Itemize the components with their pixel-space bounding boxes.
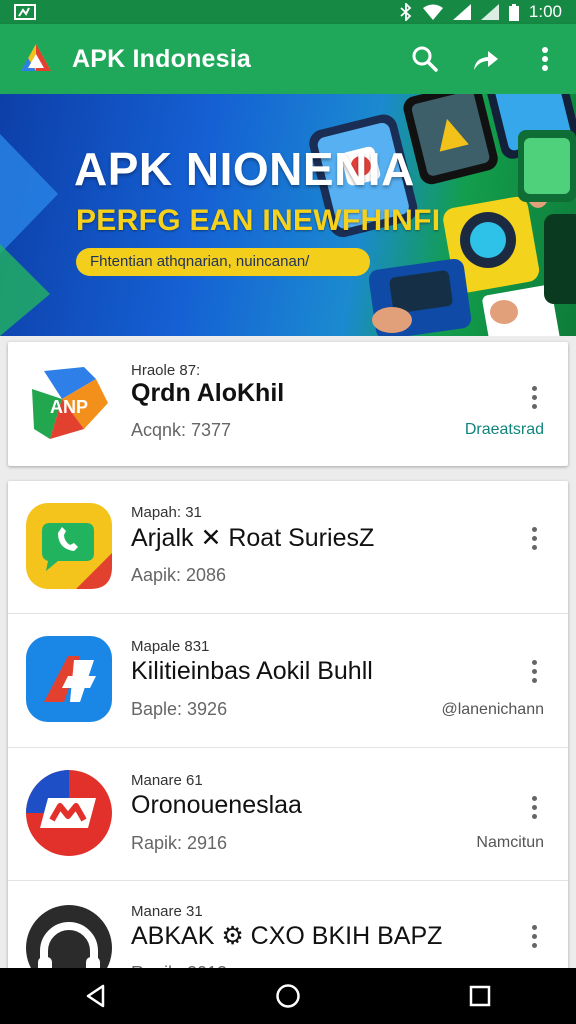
featured-app-title: Qrdn AloKhil [131,379,285,407]
app-more-button[interactable] [528,660,540,686]
dot-icon [531,814,537,819]
more-vert-icon [542,47,548,71]
home-icon [276,984,300,1008]
recents-button[interactable] [450,971,510,1021]
wifi-icon [422,4,443,20]
app-more-button[interactable] [528,925,540,951]
more-options-button[interactable] [528,42,562,76]
featured-app-card[interactable]: ANP Hraole 87: Qrdn AloKhil Acqnk: 7377 … [8,342,568,466]
dot-icon [531,404,537,409]
dot-icon [531,545,537,550]
blue-a-icon [26,636,112,722]
app-meta: Namcitun [476,834,544,851]
home-button[interactable] [258,971,318,1021]
app-list-item[interactable]: Manare 61 Oronoueneslaa Rapik: 2916 Namc… [8,748,568,880]
app-logo-icon [21,44,51,71]
banner-pill[interactable]: Fhtentian athqnarian, nuincanan/ [76,248,370,276]
dot-icon [531,934,537,939]
app-title: Kilitieinbas Aokil Buhll [131,657,373,685]
banner-headline: APK NIONENIA [74,143,415,195]
red-m-icon [26,770,112,856]
featured-app-more-button[interactable] [528,386,540,412]
featured-app-item[interactable]: ANP Hraole 87: Qrdn AloKhil Acqnk: 7377 … [8,342,568,466]
dot-icon [531,527,537,532]
featured-app-meta: Draeatsrad [464,421,544,438]
app-label: Mapah: 31 [131,504,202,521]
app-bar: APK Indonesia [0,24,576,94]
app-title: Oronoueneslaa [131,791,302,819]
app-subtitle: Rapik: 2916 [131,833,228,853]
app-title: Arjalk ✕ Roat SuriesZ [131,524,375,552]
app-subtitle: Aapik: 2086 [131,565,227,585]
dot-icon [531,943,537,948]
app-label: Manare 31 [131,903,203,920]
recents-icon [469,985,491,1007]
app-list-item[interactable]: Mapale 831 Kilitieinbas Aokil Buhll Bapl… [8,614,568,747]
app-list-item[interactable]: Mapah: 31 Arjalk ✕ Roat SuriesZ Aapik: 2… [8,481,568,613]
app-more-button[interactable] [528,527,540,553]
status-time: 1:00 [528,2,562,21]
app-meta: @lanenichann [441,701,544,718]
bluetooth-icon [400,3,412,21]
search-button[interactable] [408,42,442,76]
app-list-card: Mapah: 31 Arjalk ✕ Roat SuriesZ Aapik: 2… [8,481,568,991]
dot-icon [531,669,537,674]
dot-icon [531,805,537,810]
app-title: APK Indonesia [72,44,252,73]
notification-icon [14,4,36,20]
share-icon [474,51,498,70]
app-label: Manare 61 [131,772,203,789]
dot-icon [531,678,537,683]
dot-icon [531,925,537,930]
promo-banner[interactable]: APK NIONENIA PERFG EAN INEWFHINFI Fhtent… [0,94,576,336]
navigation-bar [0,968,576,1024]
featured-app-subtitle: Acqnk: 7377 [131,420,232,440]
signal-icon-2 [480,4,499,20]
search-icon [412,46,438,72]
banner-subheadline: PERFG EAN INEWFHINFI [76,204,441,237]
svg-text:ANP: ANP [50,397,88,417]
featured-app-icon: ANP [32,367,108,439]
battery-icon [508,3,519,21]
app-list-item[interactable]: Manare 31 ABKAK ⚙ CXO BKIH BAPZ Rapik: 2… [8,881,568,991]
signal-icon [452,4,471,20]
dot-icon [531,395,537,400]
dot-icon [531,796,537,801]
share-button[interactable] [468,42,502,76]
dot-icon [531,536,537,541]
app-label: Mapale 831 [131,638,210,655]
status-bar: 1:00 [0,0,576,24]
screen: 1:00 APK Indonesia APK NIONENIA PERFG EA… [0,0,576,1024]
back-button[interactable] [66,971,126,1021]
app-more-button[interactable] [528,796,540,822]
dot-icon [531,386,537,391]
featured-app-label: Hraole 87: [131,362,201,379]
app-subtitle: Baple: 3926 [131,699,228,719]
back-icon [86,984,105,1008]
whatsapp-like-icon [26,503,112,589]
app-title: ABKAK ⚙ CXO BKIH BAPZ [131,922,443,950]
dot-icon [531,660,537,665]
